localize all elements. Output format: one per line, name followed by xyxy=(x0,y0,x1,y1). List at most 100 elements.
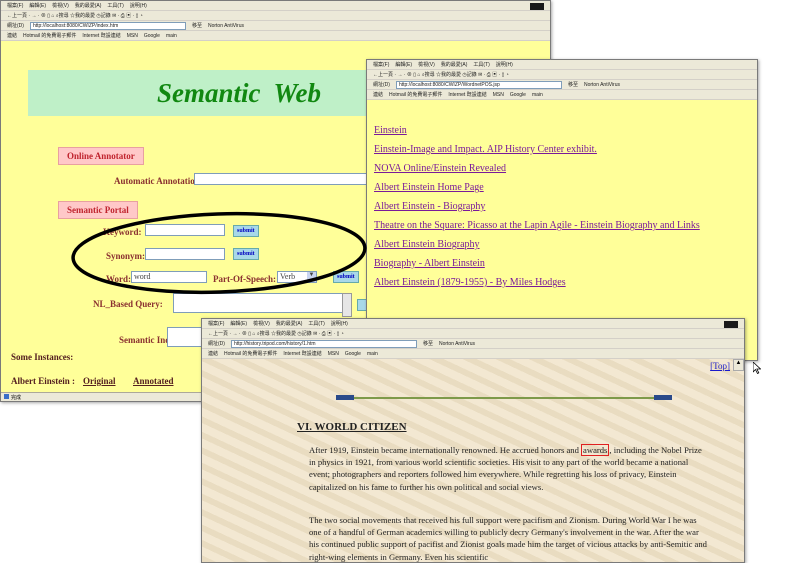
vertical-scrollbar[interactable]: ▲ xyxy=(733,359,744,371)
word-submit-button[interactable]: submit xyxy=(333,271,359,283)
address-label: 網址(D) xyxy=(373,82,390,88)
address-label: 網址(D) xyxy=(7,23,24,29)
toolbar: ←上一頁 · → · ⊗ ▯ ⌂ ⌕搜尋 ☆我的最愛 ◷記錄 ✉ · ⎙ ▣ ·… xyxy=(367,70,757,80)
result-link[interactable]: Albert Einstein (1879-1955) - By Miles H… xyxy=(374,277,753,288)
menu-file[interactable]: 檔案(F) xyxy=(373,61,389,68)
links-bar: 連結 Hotmail 的免費電子郵件 Internet 既設連結 MSN Goo… xyxy=(1,31,550,41)
result-link[interactable]: Einstein-Image and Impact. AIP History C… xyxy=(374,144,753,155)
browser-window-search-results: 檔案(F) 編輯(E) 檢視(V) 我的最愛(A) 工具(T) 說明(H) ←上… xyxy=(366,59,758,361)
top-link[interactable]: [Top] xyxy=(710,361,730,371)
menu-edit[interactable]: 編輯(E) xyxy=(29,2,46,9)
address-bar: 網址(D) http://history.tripod.com/history/… xyxy=(202,339,744,349)
browser-chrome: 檔案(F) 編輯(E) 檢視(V) 我的最愛(A) 工具(T) 說明(H) ←上… xyxy=(202,319,744,359)
semantic-portal-button[interactable]: Semantic Portal xyxy=(58,201,138,219)
nl-query-textarea[interactable] xyxy=(173,293,343,313)
go-button[interactable]: 移至 xyxy=(423,340,433,347)
address-input[interactable]: http://localhost:8080/CWIZP/WordnetPOS.j… xyxy=(395,80,562,89)
ie-page-icon xyxy=(4,394,9,399)
links-label: 連結 xyxy=(373,92,384,98)
browser-window-article: 檔案(F) 編輯(E) 檢視(V) 我的最愛(A) 工具(T) 說明(H) ←上… xyxy=(201,318,745,563)
link-google[interactable]: Google xyxy=(510,92,526,98)
result-link[interactable]: Biography - Albert Einstein xyxy=(374,258,753,269)
link-msn[interactable]: MSN xyxy=(328,351,339,357)
result-link[interactable]: Einstein xyxy=(374,125,753,136)
toolbar: ←上一頁 · → · ⊗ ▯ ⌂ ⌕搜尋 ☆我的最愛 ◷記錄 ✉ · ⎙ ▣ ·… xyxy=(1,11,550,21)
result-link[interactable]: NOVA Online/Einstein Revealed xyxy=(374,163,753,174)
link-msn[interactable]: MSN xyxy=(127,33,138,39)
menu-view[interactable]: 檢視(V) xyxy=(253,320,270,327)
menu-tools[interactable]: 工具(T) xyxy=(473,61,489,68)
synonym-label: Synonym: xyxy=(106,251,146,261)
menu-file[interactable]: 檔案(F) xyxy=(208,320,224,327)
link-internet[interactable]: Internet 既設連結 xyxy=(82,32,120,39)
mouse-cursor-icon xyxy=(753,362,761,374)
norton-antivirus-button[interactable]: Norton AntiVirus xyxy=(208,23,244,29)
keyword-label: Keyword: xyxy=(103,227,142,237)
synonym-input[interactable] xyxy=(145,248,225,260)
menu-bar: 檔案(F) 編輯(E) 檢視(V) 我的最愛(A) 工具(T) 說明(H) xyxy=(202,319,744,329)
windows-logo-icon xyxy=(724,321,738,328)
link-hotmail[interactable]: Hotmail 的免費電子郵件 xyxy=(224,350,277,357)
menu-view[interactable]: 檢視(V) xyxy=(418,61,435,68)
windows-logo-icon xyxy=(530,3,544,10)
part-of-speech-value: Verb xyxy=(280,272,296,281)
browser-chrome: 檔案(F) 編輯(E) 檢視(V) 我的最愛(A) 工具(T) 說明(H) ←上… xyxy=(1,1,550,41)
menu-edit[interactable]: 編輯(E) xyxy=(395,61,412,68)
annotated-link[interactable]: Annotated xyxy=(133,376,174,386)
divider-right-mark xyxy=(654,395,672,400)
address-input[interactable]: http://history.tripod.com/history/1.htm xyxy=(230,339,417,348)
highlighted-word: awards xyxy=(581,444,610,456)
automatic-annotation-input[interactable] xyxy=(194,173,376,185)
address-label: 網址(D) xyxy=(208,341,225,347)
link-hotmail[interactable]: Hotmail 的免費電子郵件 xyxy=(389,91,442,98)
address-bar: 網址(D) http://localhost:8080/CWIZP/index.… xyxy=(1,21,550,31)
link-main[interactable]: main xyxy=(166,33,177,39)
menu-help[interactable]: 說明(H) xyxy=(496,61,513,68)
textarea-scrollbar[interactable] xyxy=(342,293,352,317)
online-annotator-button[interactable]: Online Annotator xyxy=(58,147,144,165)
result-link[interactable]: Theatre on the Square: Picasso at the La… xyxy=(374,220,753,231)
result-link[interactable]: Albert Einstein Home Page xyxy=(374,182,753,193)
go-button[interactable]: 移至 xyxy=(192,22,202,29)
synonym-submit-button[interactable]: submit xyxy=(233,248,259,260)
menu-tools[interactable]: 工具(T) xyxy=(107,2,123,9)
link-internet[interactable]: Internet 既設連結 xyxy=(448,91,486,98)
link-main[interactable]: main xyxy=(532,92,543,98)
address-input[interactable]: http://localhost:8080/CWIZP/index.htm xyxy=(29,21,186,30)
menu-file[interactable]: 檔案(F) xyxy=(7,2,23,9)
article-paragraph-1: After 1919, Einstein became internationa… xyxy=(309,444,707,493)
toolbar-buttons[interactable]: ←上一頁 · → · ⊗ ▯ ⌂ ⌕搜尋 ☆我的最愛 ◷記錄 ✉ · ⎙ ▣ ·… xyxy=(373,71,509,78)
menu-favorites[interactable]: 我的最愛(A) xyxy=(75,2,102,9)
link-google[interactable]: Google xyxy=(144,33,160,39)
original-link[interactable]: Original xyxy=(83,376,116,386)
norton-antivirus-button[interactable]: Norton AntiVirus xyxy=(584,82,620,88)
go-button[interactable]: 移至 xyxy=(568,81,578,88)
result-link[interactable]: Albert Einstein Biography xyxy=(374,239,753,250)
menu-help[interactable]: 說明(H) xyxy=(331,320,348,327)
links-bar: 連結 Hotmail 的免費電子郵件 Internet 既設連結 MSN Goo… xyxy=(202,349,744,359)
menu-favorites[interactable]: 我的最愛(A) xyxy=(276,320,303,327)
chevron-down-icon[interactable]: ▼ xyxy=(307,272,316,282)
menu-help[interactable]: 說明(H) xyxy=(130,2,147,9)
keyword-input[interactable] xyxy=(145,224,225,236)
menu-view[interactable]: 檢視(V) xyxy=(52,2,69,9)
link-msn[interactable]: MSN xyxy=(493,92,504,98)
part-of-speech-select[interactable]: Verb ▼ xyxy=(277,271,317,283)
link-hotmail[interactable]: Hotmail 的免費電子郵件 xyxy=(23,32,76,39)
word-input[interactable]: word xyxy=(131,271,207,283)
result-link[interactable]: Albert Einstein - Biography xyxy=(374,201,753,212)
page-title: Semantic Web xyxy=(157,78,322,108)
keyword-submit-button[interactable]: submit xyxy=(233,225,259,237)
menu-edit[interactable]: 編輯(E) xyxy=(230,320,247,327)
toolbar-buttons[interactable]: ←上一頁 · → · ⊗ ▯ ⌂ ⌕搜尋 ☆我的最愛 ◷記錄 ✉ · ⎙ ▣ ·… xyxy=(7,12,143,19)
menu-tools[interactable]: 工具(T) xyxy=(308,320,324,327)
menu-favorites[interactable]: 我的最愛(A) xyxy=(441,61,468,68)
norton-antivirus-button[interactable]: Norton AntiVirus xyxy=(439,341,475,347)
link-internet[interactable]: Internet 既設連結 xyxy=(283,350,321,357)
automatic-annotation-label: Automatic Annotation: xyxy=(114,176,203,186)
menu-bar: 檔案(F) 編輯(E) 檢視(V) 我的最愛(A) 工具(T) 說明(H) xyxy=(1,1,550,11)
menu-bar: 檔案(F) 編輯(E) 檢視(V) 我的最愛(A) 工具(T) 說明(H) xyxy=(367,60,757,70)
toolbar-buttons[interactable]: ←上一頁 · → · ⊗ ▯ ⌂ ⌕搜尋 ☆我的最愛 ◷記錄 ✉ · ⎙ ▣ ·… xyxy=(208,330,344,337)
link-main[interactable]: main xyxy=(367,351,378,357)
link-google[interactable]: Google xyxy=(345,351,361,357)
